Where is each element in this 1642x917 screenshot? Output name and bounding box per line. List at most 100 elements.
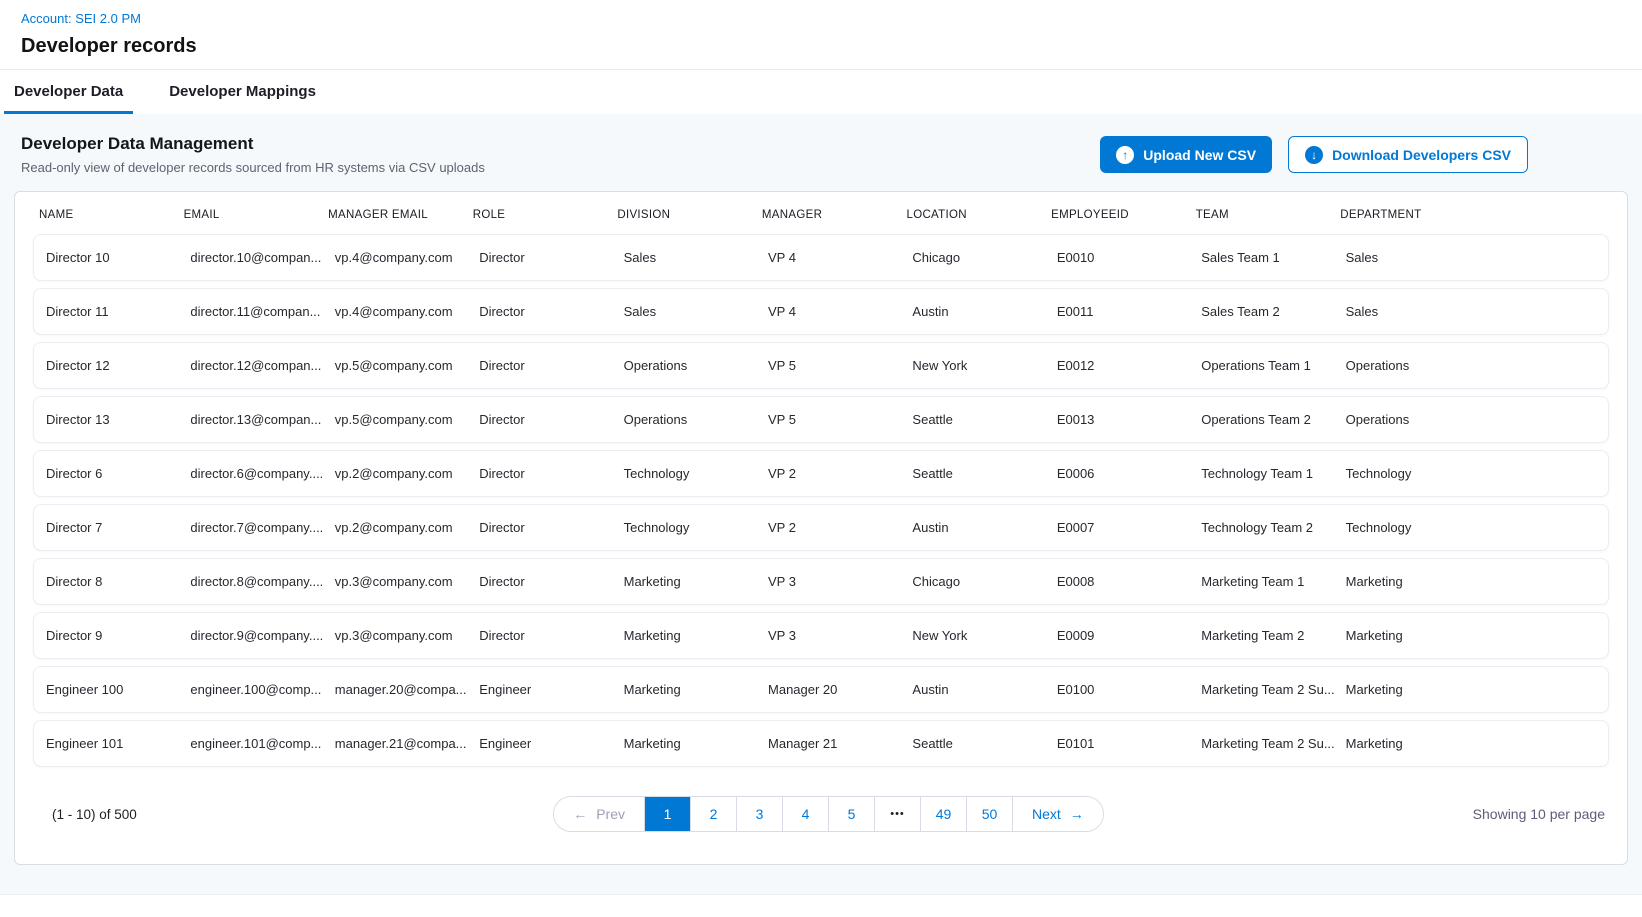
table-cell: Director 12	[34, 358, 178, 373]
table-cell: Engineer	[467, 736, 611, 751]
section-subtitle: Read-only view of developer records sour…	[21, 160, 485, 175]
table-cell: Sales	[1334, 304, 1608, 319]
table-cell: Director	[467, 412, 611, 427]
table-cell: vp.5@company.com	[323, 412, 467, 427]
table-cell: Director	[467, 574, 611, 589]
account-link[interactable]: Account: SEI 2.0 PM	[21, 11, 141, 26]
table-cell: Marketing	[612, 574, 756, 589]
pagination-page-4[interactable]: 4	[782, 797, 828, 831]
table-cell: vp.2@company.com	[323, 466, 467, 481]
column-header-manager: MANAGER	[756, 209, 901, 221]
column-header-role: ROLE	[467, 209, 612, 221]
table-cell: Director	[467, 466, 611, 481]
table-row: Engineer 101engineer.101@comp...manager.…	[33, 720, 1609, 767]
table-cell: E0007	[1045, 520, 1189, 535]
per-page-label: Showing 10 per page	[1104, 806, 1609, 822]
table-body: Director 10director.10@compan...vp.4@com…	[33, 234, 1609, 767]
column-header-team: TEAM	[1190, 209, 1335, 221]
table-cell: Austin	[900, 304, 1044, 319]
table-cell: Director 6	[34, 466, 178, 481]
tab-developer-data[interactable]: Developer Data	[4, 70, 133, 114]
pagination-range-label: (1 - 10) of 500	[33, 807, 553, 822]
table-cell: director.10@compan...	[178, 250, 322, 265]
table-cell: Marketing	[612, 736, 756, 751]
table-cell: Technology	[612, 520, 756, 535]
tab-developer-mappings[interactable]: Developer Mappings	[159, 70, 326, 114]
table-cell: engineer.100@comp...	[178, 682, 322, 697]
pagination-prev-button[interactable]: ← Prev	[554, 797, 644, 831]
table-cell: Engineer 101	[34, 736, 178, 751]
table-cell: Sales	[612, 250, 756, 265]
table-cell: Marketing Team 2	[1189, 628, 1333, 643]
table-cell: Operations	[612, 412, 756, 427]
table-cell: vp.2@company.com	[323, 520, 467, 535]
table-cell: Director 11	[34, 304, 178, 319]
upload-csv-button[interactable]: ↑ Upload New CSV	[1100, 136, 1272, 173]
table-cell: vp.4@company.com	[323, 250, 467, 265]
page-title: Developer records	[21, 35, 1621, 58]
column-header-location: LOCATION	[901, 209, 1046, 221]
table-cell: Seattle	[900, 736, 1044, 751]
table-cell: VP 4	[756, 250, 900, 265]
table-cell: Seattle	[900, 466, 1044, 481]
table-cell: Marketing	[1334, 574, 1608, 589]
table-cell: Technology Team 1	[1189, 466, 1333, 481]
download-csv-button[interactable]: ↓ Download Developers CSV	[1288, 136, 1528, 173]
table-cell: director.7@company....	[178, 520, 322, 535]
table-row: Engineer 100engineer.100@comp...manager.…	[33, 666, 1609, 713]
table-cell: Marketing Team 2 Su...	[1189, 736, 1333, 751]
pagination-page-50[interactable]: 50	[966, 797, 1012, 831]
table-cell: vp.4@company.com	[323, 304, 467, 319]
pagination-page-5[interactable]: 5	[828, 797, 874, 831]
table-cell: Director	[467, 250, 611, 265]
table-cell: E0010	[1045, 250, 1189, 265]
pagination-page-3[interactable]: 3	[736, 797, 782, 831]
table-cell: Sales	[612, 304, 756, 319]
table-row: Director 12director.12@compan...vp.5@com…	[33, 342, 1609, 389]
table-row: Director 13director.13@compan...vp.5@com…	[33, 396, 1609, 443]
pagination-page-2[interactable]: 2	[690, 797, 736, 831]
bottom-strip	[0, 894, 1642, 913]
table-cell: director.12@compan...	[178, 358, 322, 373]
table-cell: Director 10	[34, 250, 178, 265]
table-cell: director.6@company....	[178, 466, 322, 481]
section-header-text: Developer Data Management Read-only view…	[21, 134, 485, 175]
table-cell: Engineer 100	[34, 682, 178, 697]
pagination-next-button[interactable]: Next →	[1012, 797, 1103, 831]
table-cell: Director	[467, 358, 611, 373]
section-header: Developer Data Management Read-only view…	[14, 132, 1628, 191]
table-cell: Marketing	[1334, 736, 1608, 751]
table-cell: Operations Team 2	[1189, 412, 1333, 427]
table-cell: VP 3	[756, 628, 900, 643]
table-row: Director 11director.11@compan...vp.4@com…	[33, 288, 1609, 335]
table-cell: Austin	[900, 520, 1044, 535]
column-header-department: DEPARTMENT	[1334, 209, 1609, 221]
pagination-page-49[interactable]: 49	[920, 797, 966, 831]
table-cell: New York	[900, 628, 1044, 643]
column-header-division: DIVISION	[611, 209, 756, 221]
table-cell: Manager 20	[756, 682, 900, 697]
prev-label: Prev	[596, 806, 625, 822]
table-cell: Sales	[1334, 250, 1608, 265]
table-cell: Technology	[1334, 466, 1608, 481]
table-cell: Director 13	[34, 412, 178, 427]
table-cell: manager.21@compa...	[323, 736, 467, 751]
table-header: NAMEEMAILMANAGER EMAILROLEDIVISIONMANAGE…	[33, 192, 1609, 234]
table-cell: Chicago	[900, 250, 1044, 265]
table-row: Director 6director.6@company....vp.2@com…	[33, 450, 1609, 497]
table-cell: Marketing	[612, 628, 756, 643]
table-row: Director 9director.9@company....vp.3@com…	[33, 612, 1609, 659]
pagination-row: (1 - 10) of 500 ← Prev 12345•••4950 Next…	[33, 774, 1609, 864]
table-cell: Chicago	[900, 574, 1044, 589]
table-cell: Technology	[612, 466, 756, 481]
table-cell: E0008	[1045, 574, 1189, 589]
download-button-label: Download Developers CSV	[1332, 147, 1511, 163]
pagination-ellipsis: •••	[874, 797, 920, 831]
table-cell: engineer.101@comp...	[178, 736, 322, 751]
table-cell: Director	[467, 628, 611, 643]
pagination-page-1[interactable]: 1	[644, 797, 690, 831]
arrow-right-icon: →	[1070, 806, 1084, 822]
table-cell: E0012	[1045, 358, 1189, 373]
table-cell: Director 9	[34, 628, 178, 643]
table-cell: Technology Team 2	[1189, 520, 1333, 535]
